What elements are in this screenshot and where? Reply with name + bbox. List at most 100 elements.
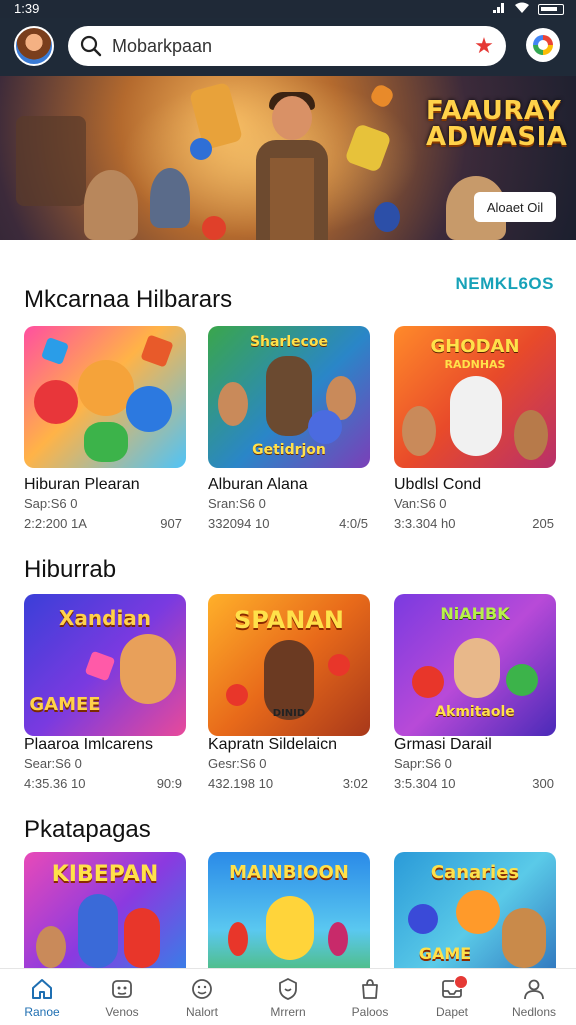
nav-item-fun[interactable]: Nalort	[162, 969, 242, 1025]
game-meta: 432.198 10	[208, 776, 274, 791]
bird-character	[266, 896, 314, 960]
nav-label: Nalort	[185, 1005, 218, 1019]
star-icon[interactable]: ★	[472, 34, 496, 58]
game-card[interactable]: Xandian GAMEE	[24, 594, 186, 736]
game-card[interactable]: SPANAN DINID	[208, 594, 370, 736]
banner-title: FAAURAY ADWASIA	[426, 96, 568, 152]
child-figure	[36, 926, 66, 968]
card-art-subtitle: RADNHAS	[444, 358, 506, 371]
game-score: 907	[160, 516, 182, 531]
game-card[interactable]	[24, 326, 186, 468]
nav-item-profile[interactable]: Nedlons	[494, 969, 574, 1025]
nav-item-games[interactable]: Venos	[82, 969, 162, 1025]
creature-shape	[328, 922, 348, 956]
ball-shape	[226, 684, 248, 706]
avatar[interactable]	[14, 26, 54, 66]
leaf-shape	[84, 422, 128, 462]
hero-character	[266, 356, 312, 436]
bottom-nav: Ranoe Venos Nalort Mrrern Paloos Dapet N…	[0, 968, 576, 1025]
ball-shape	[202, 216, 226, 240]
nav-label: Venos	[105, 1005, 139, 1019]
game-meta: 4:35.36 10	[24, 776, 86, 791]
section-title: Hiburrab	[24, 556, 117, 583]
signal-icon	[492, 2, 506, 17]
ball-shape	[506, 664, 538, 696]
card-art-subtitle: GAMEE	[29, 694, 101, 715]
game-title[interactable]: Kapratn Sildelaicn	[208, 736, 337, 754]
person-icon	[522, 977, 546, 1001]
game-meta: 332094 10	[208, 516, 270, 531]
section-title: Mkcarnaa Hilbarars	[24, 286, 233, 313]
nav-item-shop[interactable]: Paloos	[330, 969, 410, 1025]
hero-character	[236, 92, 346, 240]
ball-shape	[408, 904, 438, 934]
status-icons	[492, 2, 564, 17]
search-icon[interactable]	[80, 35, 102, 57]
ball-shape	[374, 202, 400, 232]
card-art-subtitle: Getidrjon	[252, 442, 326, 458]
game-subtitle: Sran:S6 0	[208, 496, 266, 511]
game-subtitle: Sap:S6 0	[24, 496, 78, 511]
game-title[interactable]: Grmasi Darail	[394, 736, 492, 754]
card-art-title: MAINBIOON	[229, 862, 349, 883]
card-art-subtitle: Akmitaole	[435, 704, 515, 720]
music-note-shape	[84, 650, 116, 682]
card-art-subtitle: DINID	[272, 708, 306, 719]
gamepad-icon	[110, 977, 134, 1001]
game-card[interactable]: NiAHBK Akmitaole	[394, 594, 556, 736]
ball-shape	[126, 386, 172, 432]
status-time: 1:39	[14, 1, 40, 16]
nav-label: Ranoe	[24, 1005, 60, 1019]
bear-character	[454, 638, 500, 698]
card-art-title: GHODAN	[430, 336, 520, 357]
child-figure	[218, 382, 248, 426]
section-title: Pkatapagas	[24, 816, 151, 843]
game-score: 3:02	[342, 776, 368, 791]
game-subtitle: Gesr:S6 0	[208, 756, 267, 771]
child-figure	[150, 168, 190, 228]
card-art-title: SPANAN	[234, 606, 344, 634]
game-title[interactable]: Ubdlsl Cond	[394, 476, 481, 494]
section-see-all-link[interactable]: NEMKL6OS	[456, 274, 554, 294]
game-card[interactable]: GHODAN RADNHAS	[394, 326, 556, 468]
google-account-button[interactable]	[526, 28, 560, 62]
search-bar: ★	[68, 26, 506, 66]
notification-badge	[454, 975, 468, 989]
nav-item-protect[interactable]: Mrrern	[248, 969, 328, 1025]
search-input[interactable]	[112, 26, 452, 66]
creature-shape	[228, 922, 248, 956]
card-art-title: Canaries	[430, 862, 520, 883]
nav-item-home[interactable]: Ranoe	[2, 969, 82, 1025]
game-subtitle: Sear:S6 0	[24, 756, 82, 771]
child-figure	[124, 908, 160, 968]
hero-banner[interactable]: FAAURAY ADWASIA Aloaet Oil	[0, 76, 576, 240]
card-art-title: NiAHBK	[440, 604, 510, 623]
game-title[interactable]: Plaaroa Imlcarens	[24, 736, 153, 754]
bag-icon	[358, 977, 382, 1001]
card-art-subtitle: GAME	[418, 944, 472, 963]
google-icon	[533, 35, 553, 55]
ball-shape	[34, 380, 78, 424]
nav-item-inbox[interactable]: Dapet	[412, 969, 492, 1025]
app-header: ★	[0, 18, 576, 76]
status-bar: 1:39	[0, 0, 576, 18]
banner-button[interactable]: Aloaet Oil	[474, 192, 556, 222]
child-figure	[84, 170, 138, 240]
shield-icon	[276, 977, 300, 1001]
game-card[interactable]: Sharlecoe Getidrjon	[208, 326, 370, 468]
game-title[interactable]: Hiburan Plearan	[24, 476, 140, 494]
game-meta: 3:5.304 10	[394, 776, 456, 791]
game-score: 205	[532, 516, 554, 531]
shelf-shape	[16, 116, 86, 206]
game-meta: 2:2:200 1A	[24, 516, 87, 531]
card-art-title: Sharlecoe	[249, 334, 329, 350]
game-score: 4:0/5	[339, 516, 368, 531]
nav-label: Nedlons	[511, 1005, 557, 1019]
battery-icon	[538, 4, 564, 15]
gem-shape	[140, 334, 174, 368]
home-icon	[30, 977, 54, 1001]
game-score: 90:9	[156, 776, 182, 791]
game-title[interactable]: Alburan Alana	[208, 476, 308, 494]
card-art-title: KIBEPAN	[51, 862, 159, 887]
game-subtitle: Van:S6 0	[394, 496, 447, 511]
